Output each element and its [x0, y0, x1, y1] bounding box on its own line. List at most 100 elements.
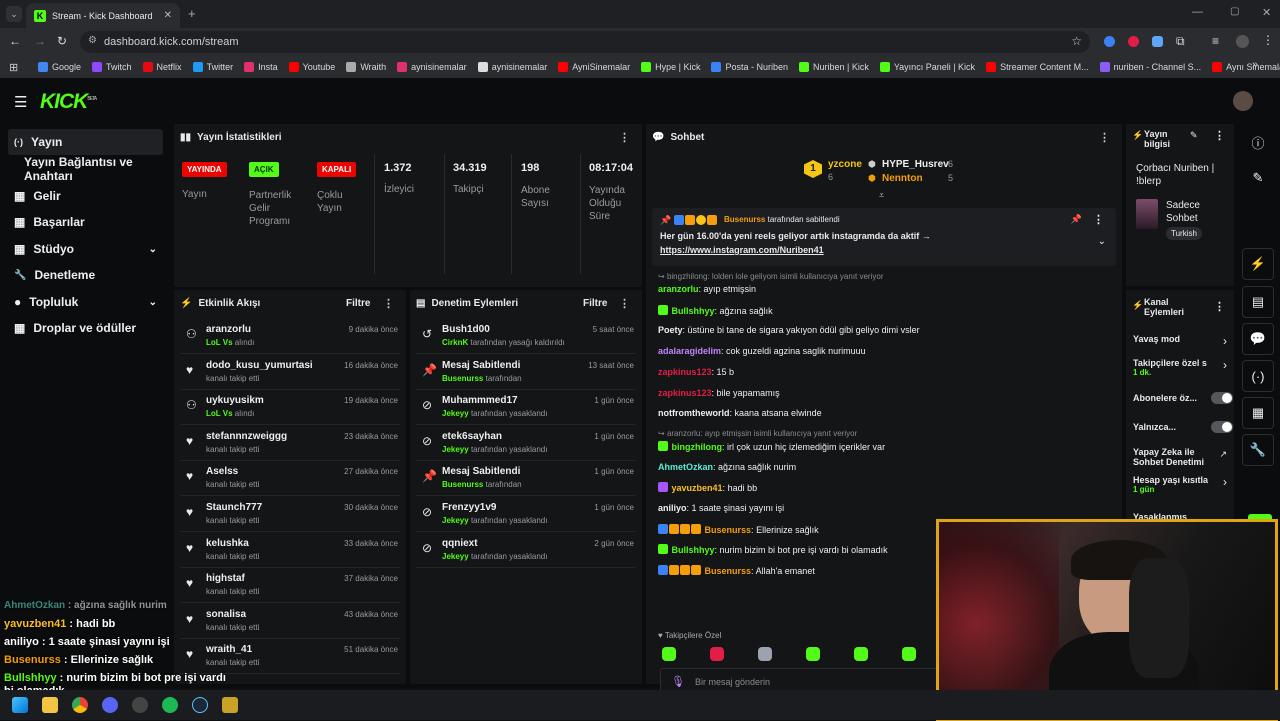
maximize-button[interactable]: ▢: [1230, 6, 1239, 17]
chat-message[interactable]: adalaragidelim: cok guzeldi agzina sagli…: [658, 346, 866, 356]
app-icon[interactable]: [222, 697, 238, 713]
bookmark-item[interactable]: Netflix: [142, 62, 182, 72]
bookmark-item[interactable]: Wraith: [346, 62, 386, 72]
bookmark-item[interactable]: Nuriben | Kick: [798, 62, 869, 72]
feed-row[interactable]: ⚇ aranzorlu LoL Vs alındı 9 dakika önce: [180, 320, 400, 354]
reading-list-icon[interactable]: ≡: [1212, 34, 1219, 48]
edit-icon[interactable]: ✎: [1190, 130, 1198, 141]
feed-row[interactable]: ♥ stefannnzweiggg kanalı takip etti 23 daki…: [180, 427, 400, 461]
chat-username[interactable]: zapkinus123: [658, 388, 712, 398]
top-gifter-name[interactable]: Nennton: [882, 173, 923, 184]
tab-search-button[interactable]: ⌄: [6, 6, 22, 22]
window-close-button[interactable]: ✕: [1262, 6, 1271, 19]
bookmark-item[interactable]: nuriben - Channel S...: [1099, 62, 1201, 72]
bookmark-item[interactable]: Hype | Kick: [641, 62, 700, 72]
sidebar-item-gelir[interactable]: ▦ Gelir: [8, 183, 163, 209]
microphone-icon[interactable]: 🎙: [671, 675, 685, 688]
obs-icon[interactable]: [132, 697, 148, 713]
bookmark-item[interactable]: Posta - Nuriben: [711, 62, 788, 72]
sidebar-item-droplar[interactable]: ▦ Droplar ve ödüller: [8, 315, 163, 341]
bookmark-item[interactable]: Insta: [244, 62, 278, 72]
emote-icon[interactable]: [710, 647, 724, 661]
extension-icon[interactable]: [1128, 36, 1139, 47]
clipboard-icon[interactable]: ▤: [1242, 286, 1274, 318]
chat-bubble-icon[interactable]: 💬: [1242, 323, 1274, 355]
chat-message[interactable]: Busenurss: Ellerinize sağlık: [658, 523, 819, 535]
channel-action-item[interactable]: Yalnızca...: [1133, 421, 1233, 433]
steam-icon[interactable]: [192, 697, 208, 713]
chat-username[interactable]: Bullshhyy: [672, 306, 715, 316]
extensions-puzzle-icon[interactable]: ⧉: [1176, 34, 1185, 49]
more-options-icon[interactable]: ⋮: [1214, 300, 1225, 313]
chat-message[interactable]: Bullshhyy: ağzına sağlık: [658, 304, 773, 316]
chat-username[interactable]: zapkinus123: [658, 367, 712, 377]
site-info-icon[interactable]: ⚙: [88, 35, 97, 46]
broadcast-icon[interactable]: (·): [1242, 360, 1274, 392]
feed-row[interactable]: ♥ sonalisa kanalı takip etti 43 dakika önce: [180, 605, 400, 639]
chat-username[interactable]: Busenurss: [705, 566, 752, 576]
filter-button[interactable]: Filtre: [583, 298, 607, 309]
forward-arrow-icon[interactable]: →: [34, 34, 46, 48]
back-arrow-icon[interactable]: ←: [9, 34, 21, 48]
emote-icon[interactable]: [662, 647, 676, 661]
sidebar-item-denetleme[interactable]: 🔧 Denetleme: [8, 262, 163, 288]
bookmark-item[interactable]: aynisinemalar: [477, 62, 547, 72]
chat-message[interactable]: notfromtheworld: kaana atsana elwinde: [658, 408, 822, 418]
chat-message[interactable]: aranzorlu: ayıp etmişsin: [658, 284, 756, 294]
chat-message[interactable]: aniliyo: 1 saate şinasi yayını işi: [658, 503, 784, 513]
feed-row[interactable]: ⊘ etek6sayhan Jekeyy tarafından yasaklandı…: [416, 427, 636, 461]
sidebar-item-stream-key[interactable]: Yayın Bağlantısı ve Anahtarı: [8, 155, 170, 183]
feed-row[interactable]: 📌 Mesaj Sabitlendi Busenurss tarafından 13 …: [416, 356, 636, 390]
chat-message[interactable]: Busenurss: Allah'a emanet: [658, 565, 815, 576]
bookmark-item[interactable]: Yayıncı Paneli | Kick: [879, 62, 975, 72]
bookmark-item[interactable]: Google: [38, 62, 81, 72]
feed-row[interactable]: ⊘ Frenzyy1v9 Jekeyy tarafından yasaklandı 1…: [416, 498, 636, 532]
minimize-button[interactable]: —: [1192, 6, 1203, 18]
kick-logo[interactable]: KICKBETA: [40, 90, 97, 114]
chat-message[interactable]: AhmetOzkan: ağzına sağlık nurim: [658, 462, 796, 472]
bookmark-item[interactable]: Aynı Sinemalar - Ça...: [1212, 62, 1280, 72]
chrome-icon[interactable]: [72, 697, 88, 713]
emote-icon[interactable]: [758, 647, 772, 661]
more-options-icon[interactable]: ⋮: [1099, 131, 1110, 144]
feed-row[interactable]: ⊘ qqniext Jekeyy tarafından yasaklandı 2 gü…: [416, 534, 636, 568]
chat-message[interactable]: bingzhilong: irl çok uzun hiç izlemediği…: [658, 440, 885, 452]
more-options-icon[interactable]: ⋮: [619, 297, 630, 310]
chat-message[interactable]: Bullshhyy: nurim bizim bi bot pre işi va…: [658, 544, 888, 555]
spotify-icon[interactable]: [162, 697, 178, 713]
toggle-switch[interactable]: [1211, 421, 1233, 433]
shield-icon[interactable]: [1152, 36, 1163, 47]
chat-username[interactable]: aranzorlu: [658, 284, 699, 294]
chat-username[interactable]: bingzhilong: [672, 442, 722, 452]
profile-avatar[interactable]: [1236, 35, 1249, 48]
more-options-icon[interactable]: ⋮: [619, 131, 630, 144]
hamburger-menu-icon[interactable]: ☰: [14, 93, 27, 111]
file-explorer-icon[interactable]: [42, 697, 58, 713]
feed-row[interactable]: ♥ dodo_kusu_yumurtasi kanalı takip etti 16 …: [180, 356, 400, 390]
pinned-link[interactable]: https://www.instagram.com/Nuriben41: [660, 245, 824, 255]
feed-row[interactable]: ♥ Staunch777 kanalı takip etti 30 dakika ön…: [180, 498, 400, 532]
sidebar-item-topluluk[interactable]: ● Topluluk ⌄: [8, 289, 163, 315]
channel-action-item[interactable]: Takipçilere özel s1 dk. ›: [1133, 358, 1231, 377]
channel-action-item[interactable]: Yapay Zeka ile Sohbet Denetimi ↗: [1133, 447, 1231, 467]
channel-action-item[interactable]: Yavaş mod ›: [1133, 334, 1231, 348]
bookmark-item[interactable]: Streamer Content M...: [986, 62, 1089, 72]
apps-grid-icon[interactable]: ⊞: [9, 61, 18, 74]
reload-icon[interactable]: ↻: [57, 34, 67, 48]
chat-message[interactable]: zapkinus123: bile yapamamış: [658, 388, 780, 398]
top-gifter-name[interactable]: yzcone: [828, 159, 862, 170]
feed-row[interactable]: ⚇ uykuyusikm LoL Vs alındı 19 dakika önce: [180, 391, 400, 426]
chat-username[interactable]: aniliyo: [658, 503, 687, 513]
chat-message[interactable]: yavuzben41: hadi bb: [658, 482, 757, 493]
chevron-down-icon[interactable]: ⌄: [1098, 236, 1106, 247]
chat-username[interactable]: Bullshhyy: [672, 545, 715, 555]
layout-icon[interactable]: ▦: [1242, 397, 1274, 429]
extension-icon[interactable]: [1104, 36, 1115, 47]
chat-username[interactable]: Poety: [658, 325, 683, 335]
sidebar-item-basarilar[interactable]: ▦ Başarılar: [8, 209, 163, 235]
emote-icon[interactable]: [806, 647, 820, 661]
chat-message[interactable]: Poety: üstüne bi tane de sigara yakıyon …: [658, 325, 920, 335]
chat-username[interactable]: Busenurss: [705, 525, 752, 535]
toggle-switch[interactable]: [1211, 392, 1233, 404]
bookmark-star-icon[interactable]: ☆: [1071, 34, 1082, 48]
